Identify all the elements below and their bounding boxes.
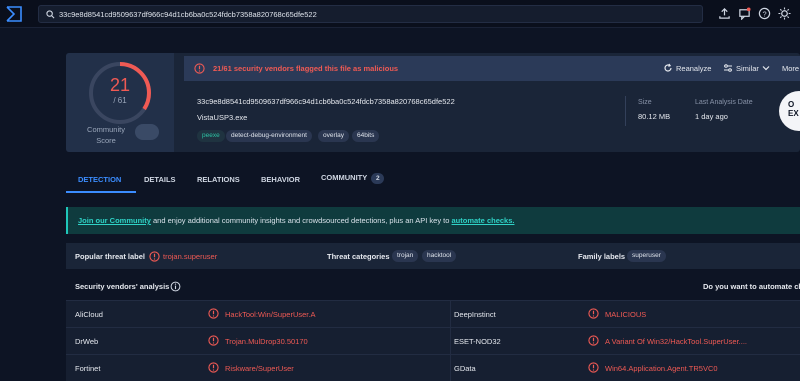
- community-score-toggle[interactable]: [135, 124, 159, 140]
- theme-icon[interactable]: [778, 7, 791, 20]
- tag-detect-debug-environment[interactable]: detect-debug-environment: [226, 130, 312, 142]
- size-value: 80.12 MB: [638, 112, 671, 121]
- column-divider: [450, 301, 451, 328]
- detection-total: / 61: [113, 96, 127, 105]
- automate-prompt[interactable]: Do you want to automate ch: [703, 282, 800, 291]
- detection-score-panel: 21 / 61 Community Score: [66, 53, 174, 152]
- community-count-badge: 2: [371, 173, 385, 184]
- vendor-name: Fortinet: [75, 364, 101, 373]
- category-chip-hacktool[interactable]: hacktool: [422, 250, 457, 262]
- alert-icon: [149, 251, 160, 262]
- category-chip-trojan[interactable]: trojan: [392, 250, 419, 262]
- search-value: 33c9e8d8541cd9509637df966c94d1cb6ba0c524…: [59, 10, 317, 19]
- alert-icon: [588, 335, 599, 346]
- last-analysis-value: 1 day ago: [695, 112, 728, 121]
- vendor-name: GData: [454, 364, 476, 373]
- file-name: VistaUSP3.exe: [197, 113, 248, 122]
- help-icon[interactable]: ?: [758, 7, 771, 20]
- automate-checks-link[interactable]: automate checks.: [452, 216, 515, 225]
- reanalyze-button[interactable]: Reanalyze: [676, 64, 711, 73]
- vendor-result: A Variant Of Win32/HackTool.SuperUser...…: [605, 337, 748, 346]
- vendors-title: Security vendors' analysis: [75, 282, 170, 291]
- search-input[interactable]: 33c9e8d8541cd9509637df966c94d1cb6ba0c524…: [38, 5, 703, 23]
- family-chip-superuser[interactable]: superuser: [627, 250, 666, 262]
- tab-detection[interactable]: DETECTION: [78, 175, 121, 184]
- banner-message: and enjoy additional community insights …: [150, 216, 452, 225]
- tag-64bits[interactable]: 64bits: [352, 130, 380, 142]
- similar-icon[interactable]: [723, 63, 733, 73]
- chat-icon[interactable]: [738, 7, 751, 20]
- column-divider: [450, 328, 451, 355]
- similar-button[interactable]: Similar: [736, 64, 759, 73]
- vendor-result: Win64.Application.Agent.TR5VC0: [605, 364, 718, 373]
- alert-icon: [588, 308, 599, 319]
- community-score-label: Community Score: [87, 125, 125, 145]
- vt-logo-icon[interactable]: [6, 6, 22, 22]
- vendor-row: AliCloud HackTool:Win/SuperUser.A DeepIn…: [66, 300, 800, 328]
- upload-icon[interactable]: [718, 7, 731, 20]
- tab-community[interactable]: COMMUNITY 2: [321, 173, 385, 184]
- report-tabs: DETECTION DETAILS RELATIONS BEHAVIOR COM…: [66, 168, 800, 192]
- vendor-name: AliCloud: [75, 310, 103, 319]
- vendor-row: Fortinet Riskware/SuperUser GData Win64.…: [66, 354, 800, 381]
- threat-categories-label: Threat categories: [327, 252, 390, 261]
- detection-count: 21: [109, 75, 131, 95]
- vendor-result: Riskware/SuperUser: [225, 364, 294, 373]
- vendor-name: DrWeb: [75, 337, 99, 346]
- tab-behavior[interactable]: BEHAVIOR: [261, 175, 300, 184]
- alert-text: 21/61 security vendors flagged this file…: [213, 64, 399, 73]
- vendor-result: MALICIOUS: [605, 310, 647, 319]
- tab-community-label: COMMUNITY: [321, 173, 368, 182]
- join-community-link[interactable]: Join our Community: [78, 216, 151, 225]
- alert-icon: [194, 63, 205, 74]
- svg-text:?: ?: [762, 9, 766, 18]
- vendor-row: DrWeb Trojan.MulDrop30.50170 ESET-NOD32 …: [66, 327, 800, 355]
- banner-text: Join our Community and enjoy additional …: [78, 216, 514, 225]
- active-tab-indicator: [66, 191, 136, 193]
- more-button[interactable]: More: [782, 64, 799, 73]
- vendor-name: ESET-NOD32: [454, 337, 501, 346]
- vendor-result: Trojan.MulDrop30.50170: [225, 337, 308, 346]
- tag-overlay[interactable]: overlay: [318, 130, 349, 142]
- column-divider: [450, 355, 451, 381]
- info-icon[interactable]: [170, 281, 181, 292]
- tag-peexe[interactable]: peexe: [197, 130, 225, 142]
- alert-icon: [208, 308, 219, 319]
- alert-icon: [588, 362, 599, 373]
- vendor-result: HackTool:Win/SuperUser.A: [225, 310, 316, 319]
- popular-threat-label: Popular threat label: [75, 252, 146, 261]
- malicious-alert-bar: 21/61 security vendors flagged this file…: [184, 56, 800, 81]
- alert-icon: [208, 335, 219, 346]
- last-analysis-label: Last Analysis Date: [695, 99, 753, 106]
- top-bar: 33c9e8d8541cd9509637df966c94d1cb6ba0c524…: [0, 0, 800, 28]
- meta-divider: [625, 96, 626, 126]
- vendor-name: DeepInstinct: [454, 310, 496, 319]
- family-labels-label: Family labels: [578, 252, 626, 261]
- tab-relations[interactable]: RELATIONS: [197, 175, 240, 184]
- search-icon: [46, 10, 55, 19]
- chevron-down-icon[interactable]: [761, 63, 771, 73]
- size-label: Size: [638, 99, 652, 106]
- popular-threat-value[interactable]: trojan.superuser: [163, 252, 217, 261]
- alert-icon: [208, 362, 219, 373]
- file-hash[interactable]: 33c9e8d8541cd9509637df966c94d1cb6ba0c524…: [197, 97, 455, 106]
- refresh-icon[interactable]: [663, 63, 673, 73]
- threat-summary-row: Popular threat label trojan.superuser Th…: [66, 243, 800, 269]
- vendors-header: Security vendors' analysis Do you want t…: [66, 277, 800, 297]
- tab-details[interactable]: DETAILS: [144, 175, 176, 184]
- community-banner: Join our Community and enjoy additional …: [66, 207, 800, 234]
